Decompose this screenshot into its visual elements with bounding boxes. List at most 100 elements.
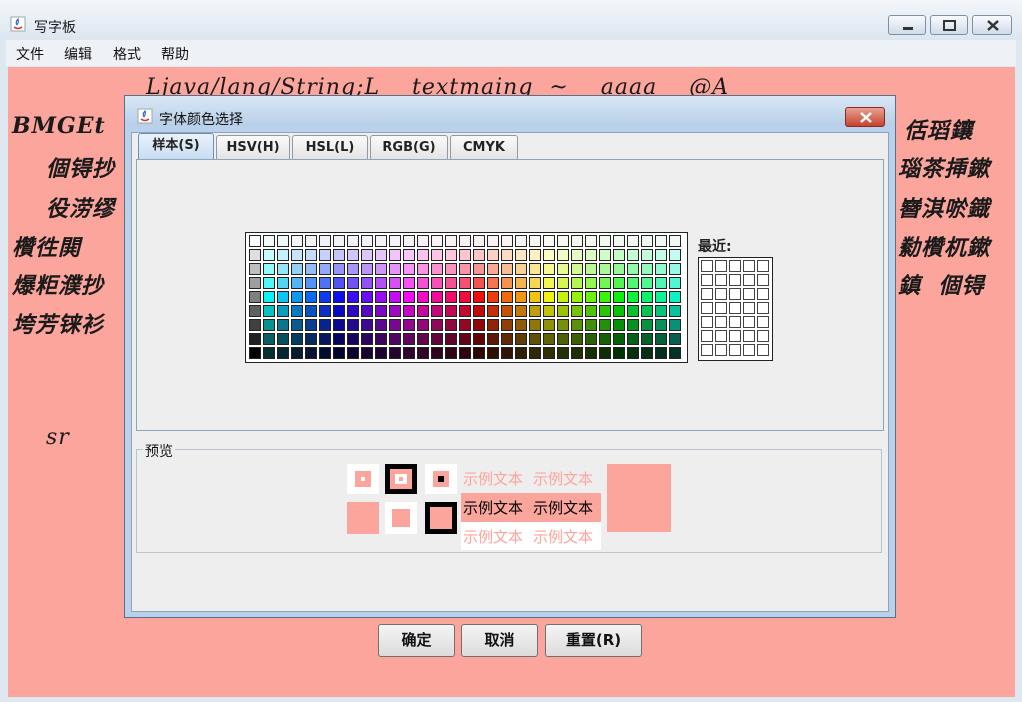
color-swatch[interactable] — [669, 347, 681, 359]
color-swatch[interactable] — [333, 291, 345, 303]
color-swatch[interactable] — [641, 291, 653, 303]
tab-rgb[interactable]: RGB(G) — [370, 135, 448, 160]
color-swatch[interactable] — [585, 319, 597, 331]
color-swatch[interactable] — [515, 347, 527, 359]
color-swatch[interactable] — [557, 291, 569, 303]
color-swatch[interactable] — [473, 249, 485, 261]
maximize-button[interactable] — [930, 15, 968, 35]
color-swatch[interactable] — [459, 235, 471, 247]
color-swatch[interactable] — [501, 291, 513, 303]
color-swatch[interactable] — [361, 291, 373, 303]
color-swatch[interactable] — [249, 235, 261, 247]
color-swatch[interactable] — [501, 277, 513, 289]
color-swatch[interactable] — [641, 263, 653, 275]
recent-swatch[interactable] — [715, 260, 727, 272]
recent-swatch[interactable] — [743, 302, 755, 314]
color-swatch[interactable] — [347, 305, 359, 317]
recent-swatch[interactable] — [743, 316, 755, 328]
color-swatch[interactable] — [571, 305, 583, 317]
dialog-close-button[interactable] — [845, 107, 885, 127]
color-swatch[interactable] — [669, 291, 681, 303]
recent-swatch[interactable] — [701, 302, 713, 314]
color-swatch[interactable] — [347, 249, 359, 261]
color-swatch[interactable] — [515, 305, 527, 317]
color-swatch[interactable] — [487, 291, 499, 303]
color-swatch[interactable] — [529, 263, 541, 275]
color-swatch[interactable] — [403, 235, 415, 247]
color-swatch[interactable] — [445, 263, 457, 275]
color-swatch[interactable] — [277, 319, 289, 331]
menu-edit[interactable]: 编辑 — [64, 44, 92, 64]
recent-swatch[interactable] — [701, 260, 713, 272]
color-swatch[interactable] — [599, 347, 611, 359]
color-swatch[interactable] — [557, 235, 569, 247]
color-swatch[interactable] — [333, 319, 345, 331]
color-swatch[interactable] — [249, 333, 261, 345]
color-swatch[interactable] — [319, 277, 331, 289]
color-swatch[interactable] — [305, 263, 317, 275]
color-swatch[interactable] — [249, 347, 261, 359]
color-swatch[interactable] — [487, 347, 499, 359]
color-swatch[interactable] — [613, 291, 625, 303]
color-swatch[interactable] — [627, 249, 639, 261]
color-swatch[interactable] — [473, 305, 485, 317]
recent-swatch[interactable] — [757, 260, 769, 272]
color-swatch[interactable] — [571, 319, 583, 331]
color-swatch[interactable] — [445, 305, 457, 317]
tab-cmyk[interactable]: CMYK — [450, 135, 518, 160]
color-swatch[interactable] — [529, 277, 541, 289]
color-swatch[interactable] — [249, 319, 261, 331]
color-swatch[interactable] — [487, 277, 499, 289]
color-swatch[interactable] — [417, 347, 429, 359]
color-swatch[interactable] — [543, 235, 555, 247]
color-swatch[interactable] — [403, 291, 415, 303]
recent-swatch[interactable] — [757, 274, 769, 286]
color-swatch[interactable] — [305, 249, 317, 261]
color-swatch[interactable] — [515, 263, 527, 275]
color-swatch[interactable] — [389, 263, 401, 275]
menu-help[interactable]: 帮助 — [161, 44, 189, 64]
color-swatch[interactable] — [347, 235, 359, 247]
recent-swatch[interactable] — [757, 316, 769, 328]
color-swatch[interactable] — [305, 235, 317, 247]
color-swatch[interactable] — [263, 249, 275, 261]
color-swatch[interactable] — [319, 235, 331, 247]
color-swatch[interactable] — [347, 291, 359, 303]
color-swatch[interactable] — [487, 319, 499, 331]
color-swatch[interactable] — [459, 277, 471, 289]
color-swatch[interactable] — [529, 333, 541, 345]
menu-format[interactable]: 格式 — [113, 44, 141, 64]
color-swatch[interactable] — [417, 263, 429, 275]
color-swatch[interactable] — [655, 263, 667, 275]
color-swatch[interactable] — [529, 347, 541, 359]
color-swatch[interactable] — [459, 263, 471, 275]
color-swatch[interactable] — [599, 305, 611, 317]
color-swatch[interactable] — [669, 305, 681, 317]
color-swatch[interactable] — [277, 333, 289, 345]
color-swatch[interactable] — [277, 249, 289, 261]
color-swatch[interactable] — [543, 347, 555, 359]
color-swatch[interactable] — [487, 333, 499, 345]
color-swatch[interactable] — [431, 305, 443, 317]
color-swatch[interactable] — [347, 319, 359, 331]
color-swatch[interactable] — [277, 263, 289, 275]
color-swatch[interactable] — [501, 347, 513, 359]
color-swatch[interactable] — [585, 333, 597, 345]
color-swatch[interactable] — [277, 235, 289, 247]
recent-swatch[interactable] — [729, 344, 741, 356]
color-swatch[interactable] — [375, 249, 387, 261]
close-button[interactable] — [972, 15, 1012, 35]
color-swatch[interactable] — [375, 235, 387, 247]
color-swatch[interactable] — [403, 277, 415, 289]
recent-swatch[interactable] — [757, 302, 769, 314]
color-swatch[interactable] — [641, 235, 653, 247]
recent-swatch[interactable] — [729, 330, 741, 342]
color-swatch[interactable] — [543, 291, 555, 303]
color-swatch[interactable] — [515, 249, 527, 261]
recent-swatch[interactable] — [743, 344, 755, 356]
recent-swatch[interactable] — [743, 260, 755, 272]
color-swatch[interactable] — [263, 319, 275, 331]
color-swatch[interactable] — [445, 277, 457, 289]
color-swatch[interactable] — [613, 305, 625, 317]
color-swatch[interactable] — [361, 333, 373, 345]
